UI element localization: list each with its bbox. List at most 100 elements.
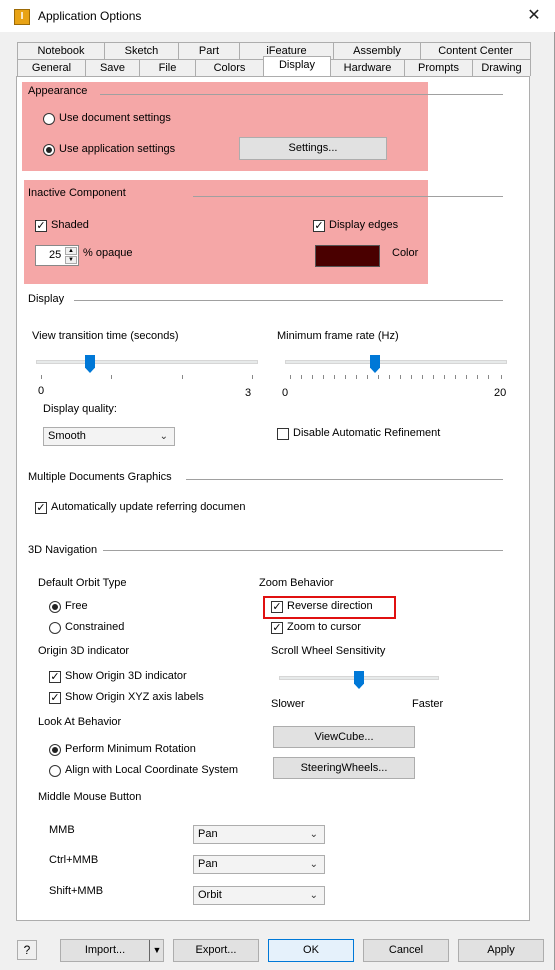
min-rotation-radio[interactable] [49,744,61,756]
tab-hardware[interactable]: Hardware [330,59,405,76]
export-button[interactable]: Export... [173,939,259,962]
auto-update-label: Automatically update referring documen [51,501,246,513]
viewcube-button[interactable]: ViewCube... [273,726,415,748]
tab-general[interactable]: General [17,59,86,76]
display-quality-value: Smooth [48,430,86,442]
opacity-spinner[interactable]: 25 ▲ ▼ [35,245,79,266]
tab-notebook[interactable]: Notebook [17,42,105,59]
view-transition-label: View transition time (seconds) [32,330,179,342]
tick [312,375,313,379]
tab-sketch[interactable]: Sketch [104,42,179,59]
show-origin-label: Show Origin 3D indicator [65,670,187,682]
ctrl-mmb-label: Ctrl+MMB [49,854,99,866]
tick [290,375,291,379]
tick [323,375,324,379]
tick [389,375,390,379]
zoom-to-cursor-checkbox[interactable]: ✓ [271,622,283,634]
nav3d-divider [103,550,503,551]
tick [356,375,357,379]
ctrl-mmb-select[interactable]: Pan ⌄ [193,855,325,874]
faster-label: Faster [412,698,444,710]
help-icon[interactable]: ? [17,940,37,960]
reverse-direction-checkbox[interactable]: ✓ [271,601,283,613]
show-origin-checkbox[interactable]: ✓ [49,671,61,683]
spin-up-icon[interactable]: ▲ [65,247,77,255]
align-local-radio[interactable] [49,765,61,777]
inactive-color-swatch[interactable] [315,245,380,267]
chevron-down-icon: ⌄ [159,431,168,442]
window-title: Application Options [38,9,142,23]
close-icon[interactable]: ✕ [523,5,545,27]
tab-file[interactable]: File [139,59,196,76]
tab-colors[interactable]: Colors [195,59,264,76]
multi-docs-divider [186,479,503,480]
tick [301,375,302,379]
tick [367,375,368,379]
reverse-direction-label: Reverse direction [287,600,373,612]
align-local-label: Align with Local Coordinate System [65,764,239,776]
show-xyz-checkbox[interactable]: ✓ [49,692,61,704]
tab-assembly[interactable]: Assembly [333,42,421,59]
shaded-checkbox[interactable]: ✓ [35,220,47,232]
shift-mmb-label: Shift+MMB [49,885,104,897]
tick [345,375,346,379]
display-edges-label: Display edges [329,219,399,231]
nav3d-title: 3D Navigation [28,544,98,556]
scroll-sensitivity-title: Scroll Wheel Sensitivity [271,645,386,657]
zoom-to-cursor-label: Zoom to cursor [287,621,361,633]
apply-button[interactable]: Apply [458,939,544,962]
inactive-component-title: Inactive Component Appearance [28,187,126,199]
orbit-type-title: Default Orbit Type [38,577,127,589]
tick [444,375,445,379]
chevron-down-icon: ⌄ [309,859,318,870]
orbit-free-label: Free [65,600,88,612]
middle-mouse-title: Middle Mouse Button [38,791,142,803]
min-frame-rate-label: Minimum frame rate (Hz) [277,330,399,342]
orbit-constrained-radio[interactable] [49,622,61,634]
import-button[interactable]: Import... ▼ [60,939,164,962]
display-quality-label: Display quality: [43,403,117,415]
tab-part[interactable]: Part [178,42,240,59]
tick [433,375,434,379]
application-options-dialog: I Application Options ✕ Notebook Sketch … [0,0,555,970]
auto-update-checkbox[interactable]: ✓ [35,502,47,514]
tick [111,375,112,379]
tab-save[interactable]: Save [85,59,140,76]
tick [466,375,467,379]
shift-mmb-select[interactable]: Orbit ⌄ [193,886,325,905]
spin-down-icon[interactable]: ▼ [65,256,77,264]
mmb-select[interactable]: Pan ⌄ [193,825,325,844]
tick [477,375,478,379]
appearance-settings-button[interactable]: Settings... [239,137,387,160]
use-document-settings-label: Use document settings [59,112,171,124]
use-application-settings-radio[interactable] [43,144,55,156]
chevron-down-icon: ⌄ [309,829,318,840]
import-label: Import... [84,944,126,956]
tab-prompts[interactable]: Prompts [404,59,473,76]
ok-button[interactable]: OK [268,939,354,962]
origin-indicator-title: Origin 3D indicator [38,645,130,657]
view-transition-min: 0 [38,385,45,397]
steeringwheels-button[interactable]: SteeringWheels... [273,757,415,779]
display-quality-select[interactable]: Smooth ⌄ [43,427,175,446]
tick [334,375,335,379]
orbit-free-radio[interactable] [49,601,61,613]
inventor-app-icon: I [14,9,30,25]
view-transition-max: 3 [245,387,252,399]
tick [411,375,412,379]
shaded-label: Shaded [51,219,89,231]
tick [41,375,42,379]
import-dropdown-icon[interactable]: ▼ [150,940,164,961]
tab-drawing[interactable]: Drawing [472,59,531,76]
color-label: Color [392,247,419,259]
disable-refinement-checkbox[interactable] [277,428,289,440]
use-document-settings-radio[interactable] [43,113,55,125]
show-xyz-label: Show Origin XYZ axis labels [65,691,204,703]
view-transition-track [36,360,258,364]
use-application-settings-label: Use application settings [59,143,176,155]
display-edges-checkbox[interactable]: ✓ [313,220,325,232]
tick [400,375,401,379]
cancel-button[interactable]: Cancel [363,939,449,962]
tab-content-center[interactable]: Content Center [420,42,531,59]
tab-display[interactable]: Display [263,56,331,76]
